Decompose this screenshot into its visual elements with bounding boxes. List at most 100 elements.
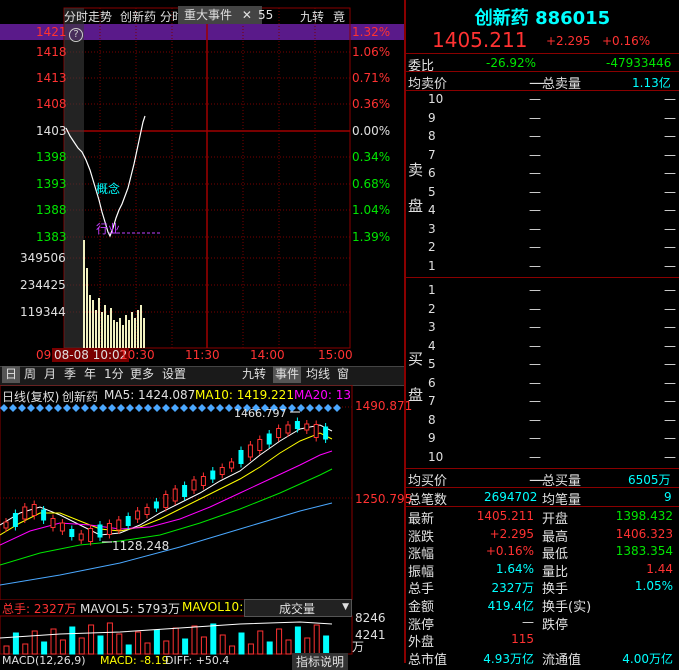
close-icon[interactable]: ✕ <box>242 8 252 22</box>
event-diamond-icon[interactable] <box>72 404 80 412</box>
event-diamond-icon[interactable] <box>198 404 206 412</box>
pct-label-5: 0.00% <box>352 124 391 138</box>
intraday-tab-fenshi[interactable]: 分时走势 <box>64 8 112 25</box>
event-tab[interactable]: 重大事件 ✕ <box>178 6 262 24</box>
candle <box>219 467 225 475</box>
sell-level-row[interactable]: 4 — — <box>406 203 679 221</box>
buy-level-row[interactable]: 10 — — <box>406 450 679 468</box>
toolbar-year[interactable]: 年 <box>84 366 96 383</box>
stat-label-left: 总手 <box>408 582 435 598</box>
event-diamond-icon[interactable] <box>297 404 305 412</box>
event-diamond-icon[interactable] <box>189 404 197 412</box>
event-diamond-icon[interactable] <box>9 404 17 412</box>
event-diamond-icon[interactable] <box>207 404 215 412</box>
toolbar-window[interactable]: 窗 <box>337 366 349 383</box>
event-diamond-icon[interactable] <box>108 404 116 412</box>
date-label: 08-08 10:02 <box>52 348 130 362</box>
toolbar-day[interactable]: 日 <box>2 366 21 383</box>
event-diamond-icon[interactable] <box>99 404 107 412</box>
event-diamond-icon[interactable] <box>63 404 71 412</box>
candle <box>31 504 37 516</box>
stat-label-right: 最高 <box>542 529 569 545</box>
stat-label-left: 涨跌 <box>408 529 435 545</box>
event-diamond-icon[interactable] <box>27 404 35 412</box>
buy-level-row[interactable]: 3 — — <box>406 320 679 338</box>
vol-label-2: 234425 <box>20 278 66 292</box>
candles <box>3 417 329 546</box>
sell-summary-row: 均卖价 — 总卖量 1.13亿 <box>406 71 679 92</box>
sell-level-row[interactable]: 6 — — <box>406 166 679 184</box>
buy-level-row[interactable]: 5 — — <box>406 357 679 375</box>
pct-label-3: 0.71% <box>352 71 391 85</box>
buy-level-num: 7 <box>428 394 436 408</box>
event-diamond-icon[interactable] <box>180 404 188 412</box>
event-diamond-icon[interactable] <box>225 404 233 412</box>
toolbar-more[interactable]: 更多 <box>130 366 154 383</box>
event-diamond-icon[interactable] <box>288 404 296 412</box>
event-diamond-icon[interactable] <box>81 404 89 412</box>
toolbar-ma[interactable]: 均线 <box>306 366 330 383</box>
event-diamond-icon[interactable] <box>36 404 44 412</box>
event-diamond-icon[interactable] <box>54 404 62 412</box>
buy-level-row[interactable]: 7 — — <box>406 394 679 412</box>
volume-bar <box>41 641 48 655</box>
sell-vol-dash: — <box>664 92 676 106</box>
intraday-tab-jing[interactable]: 竟 <box>333 8 345 25</box>
event-diamond-icon[interactable] <box>171 404 179 412</box>
event-diamond-icon[interactable] <box>324 404 332 412</box>
event-diamond-icon[interactable] <box>135 404 143 412</box>
volume-bar <box>78 637 85 655</box>
event-diamond-icon[interactable] <box>144 404 152 412</box>
sell-level-row[interactable]: 7 — — <box>406 148 679 166</box>
toolbar-quarter[interactable]: 季 <box>64 366 76 383</box>
stat-value-left: 419.4亿 <box>487 599 534 613</box>
sell-level-row[interactable]: 8 — — <box>406 129 679 147</box>
total-sell-value: 1.13亿 <box>632 76 671 90</box>
event-diamond-icon[interactable] <box>45 404 53 412</box>
event-diamond-icon[interactable] <box>0 404 8 412</box>
event-diamond-icon[interactable] <box>333 404 341 412</box>
candle <box>304 423 310 431</box>
stat-value-left: 1405.211 <box>476 509 534 523</box>
sell-level-num: 9 <box>428 110 436 125</box>
buy-level-row[interactable]: 6 — — <box>406 376 679 394</box>
event-diamond-icon[interactable] <box>117 404 125 412</box>
intraday-tab-jiuzhuan[interactable]: 九转 <box>300 8 324 25</box>
event-diamond-icon[interactable] <box>90 404 98 412</box>
event-diamond-icon[interactable] <box>162 404 170 412</box>
event-diamond-icon[interactable] <box>306 404 314 412</box>
event-diamond-icon[interactable] <box>153 404 161 412</box>
concept-label: 概念 <box>96 182 121 196</box>
help-icon[interactable]: ? <box>69 28 83 42</box>
event-diamond-icon[interactable] <box>315 404 323 412</box>
sell-level-row[interactable]: 2 — — <box>406 240 679 258</box>
toolbar-month[interactable]: 月 <box>44 366 56 383</box>
stat-label-left: 总市值 <box>408 652 448 668</box>
intraday-panel: 分时走势 创新药 分时 重大事件 ✕ 55 九转 竟 ? 1421 1418 1… <box>0 0 404 364</box>
sell-vol-dash: — <box>664 147 676 162</box>
buy-level-row[interactable]: 4 — — <box>406 339 679 357</box>
buy-level-row[interactable]: 2 — — <box>406 302 679 320</box>
candle <box>144 507 150 515</box>
indicator-select[interactable]: 成交量 ▼ <box>244 599 352 617</box>
volume-total-label: 总手: 2327万 <box>2 602 77 616</box>
sell-level-row[interactable]: 1 — — <box>406 259 679 277</box>
buy-level-row[interactable]: 8 — — <box>406 413 679 431</box>
toolbar-1min[interactable]: 1分 <box>104 366 124 383</box>
toolbar-settings[interactable]: 设置 <box>162 366 186 383</box>
indicator-help-button[interactable]: 指标说明 <box>292 653 349 670</box>
sell-level-row[interactable]: 9 — — <box>406 111 679 129</box>
event-diamond-icon[interactable] <box>216 404 224 412</box>
sell-level-row[interactable]: 5 — — <box>406 185 679 203</box>
buy-level-row[interactable]: 1 — — <box>406 283 679 301</box>
event-diamond-icon[interactable] <box>126 404 134 412</box>
sell-price-dash: — <box>529 110 541 125</box>
toolbar-jiuzhuan[interactable]: 九转 <box>242 366 266 383</box>
toolbar-week[interactable]: 周 <box>24 366 36 383</box>
event-diamond-icon[interactable] <box>18 404 26 412</box>
intraday-tab-name[interactable]: 创新药 <box>120 8 156 25</box>
sell-level-row[interactable]: 10 — — <box>406 92 679 110</box>
toolbar-event[interactable]: 事件 <box>273 366 302 383</box>
buy-level-row[interactable]: 9 — — <box>406 431 679 449</box>
sell-level-row[interactable]: 3 — — <box>406 222 679 240</box>
